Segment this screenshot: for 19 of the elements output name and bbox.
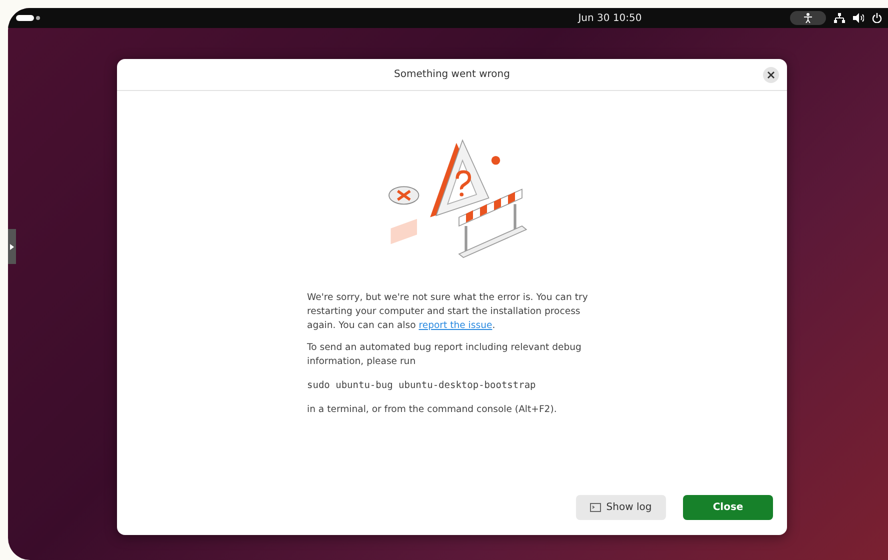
person-icon [804,13,812,23]
report-issue-link[interactable]: report the issue [418,320,492,331]
close-dialog-button[interactable]: Close [683,495,773,520]
activities-icon[interactable] [16,15,40,21]
close-button[interactable] [763,67,779,83]
message-text: We're sorry, but we're not sure what the error is. You can try restarting your computer and start the installation process again. You can can also report the issue. [307,291,589,333]
network-icon[interactable] [834,13,845,23]
close-icon [767,71,775,79]
volume-icon[interactable] [853,13,864,23]
message-text: in a terminal, or from the command console (Alt+F2). [307,403,558,417]
message-text: To send an automated bug report including relevant debug information, please run [307,341,582,369]
clock[interactable]: Jun 30 10:50 [578,12,642,24]
side-panel-handle[interactable] [8,229,16,264]
power-icon[interactable] [872,13,882,23]
terminal-icon [590,503,602,512]
dialog-title: Something went wrong [394,69,510,80]
command-text: sudo ubuntu-bug ubuntu-desktop-bootstrap [307,379,537,393]
show-log-button[interactable]: Show log [576,495,666,520]
accessibility-indicator[interactable] [790,11,826,25]
